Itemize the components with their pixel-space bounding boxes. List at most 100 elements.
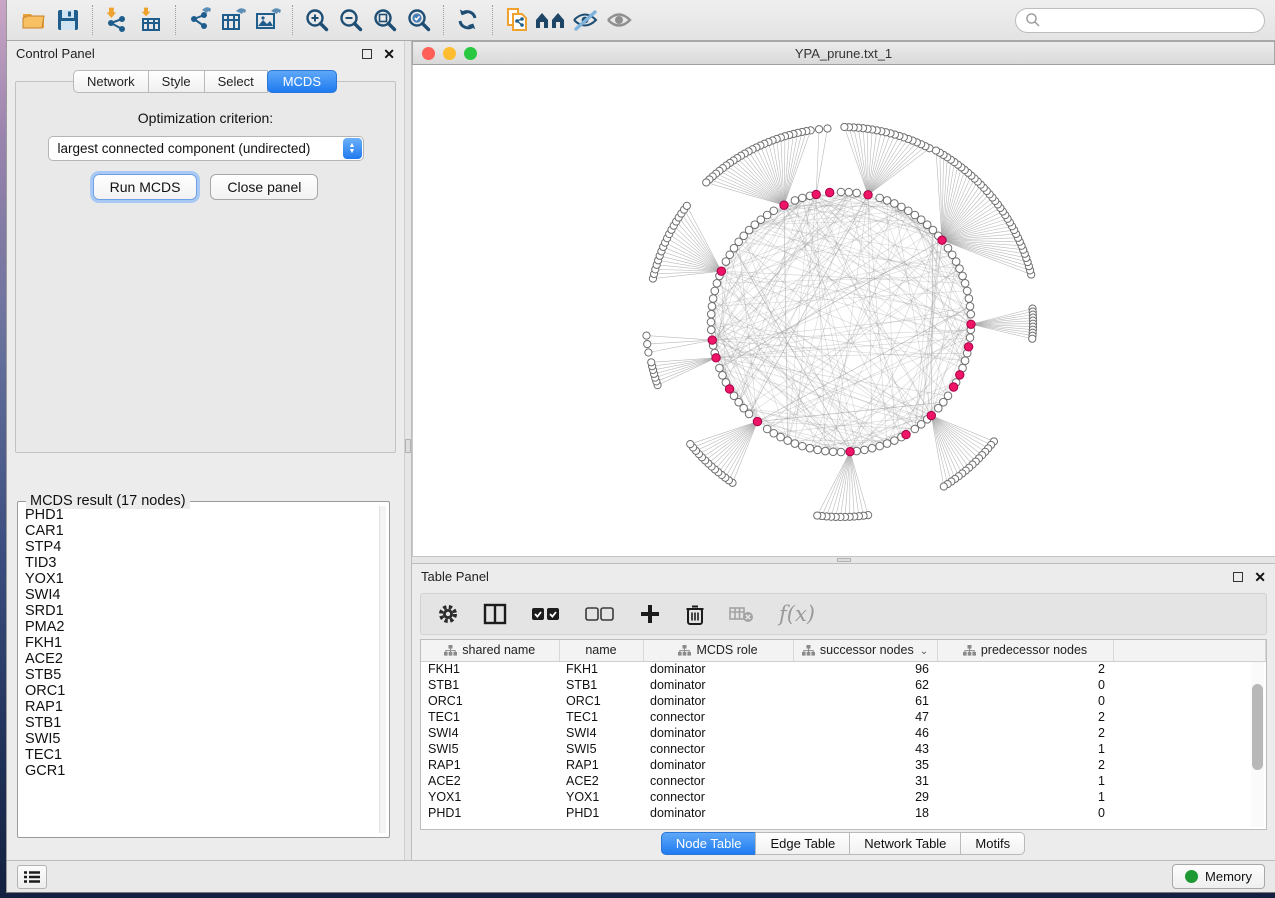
mcds-node-item[interactable]: FKH1	[25, 635, 377, 651]
select-all-rows-icon[interactable]	[531, 606, 561, 622]
mcds-node-item[interactable]: ACE2	[25, 651, 377, 667]
zoom-in-icon[interactable]	[300, 4, 334, 36]
column-layout-icon[interactable]	[483, 603, 507, 625]
toolbar-separator	[492, 5, 493, 35]
hide-selected-icon[interactable]	[568, 4, 602, 36]
zoom-out-icon[interactable]	[334, 4, 368, 36]
mcds-node-item[interactable]: TEC1	[25, 747, 377, 763]
splitter-grip[interactable]	[837, 558, 851, 562]
first-neighbors-icon[interactable]	[534, 4, 568, 36]
mcds-result-list[interactable]: PHD1CAR1STP4TID3YOX1SWI4SRD1PMA2FKH1ACE2…	[25, 507, 377, 832]
column-header-successor-nodes[interactable]: successor nodes⌄	[793, 640, 937, 661]
mcds-node-item[interactable]: TID3	[25, 555, 377, 571]
table-row[interactable]: YOX1YOX1connector291	[421, 789, 1266, 805]
table-row[interactable]: STB1STB1dominator620	[421, 677, 1266, 693]
tab-node-table[interactable]: Node Table	[661, 832, 757, 855]
table-row[interactable]: FKH1FKH1dominator962	[421, 661, 1266, 677]
memory-button[interactable]: Memory	[1172, 864, 1265, 889]
tab-mcds[interactable]: MCDS	[267, 70, 337, 93]
mcds-node-item[interactable]: ORC1	[25, 683, 377, 699]
mcds-node-item[interactable]: STB5	[25, 667, 377, 683]
deselect-all-rows-icon[interactable]	[585, 606, 615, 622]
mcds-node-item[interactable]: SRD1	[25, 603, 377, 619]
status-bar: Memory	[7, 860, 1275, 892]
table-row[interactable]: ACE2ACE2connector311	[421, 773, 1266, 789]
delete-table-icon[interactable]	[729, 605, 755, 623]
mcds-node-item[interactable]: SWI4	[25, 587, 377, 603]
network-canvas[interactable]	[412, 65, 1275, 556]
refresh-icon[interactable]	[451, 4, 485, 36]
table-row[interactable]: TEC1TEC1connector472	[421, 709, 1266, 725]
splitter-grip[interactable]	[405, 439, 411, 453]
column-header-predecessor-nodes[interactable]: predecessor nodes	[937, 640, 1113, 661]
table-row[interactable]: SWI5SWI5connector431	[421, 741, 1266, 757]
tab-network-table[interactable]: Network Table	[849, 832, 961, 855]
search-icon	[1025, 12, 1041, 28]
mcds-node-item[interactable]: GCR1	[25, 763, 377, 779]
optimization-criterion-label: Optimization criterion:	[16, 110, 395, 126]
export-network-icon[interactable]	[183, 4, 217, 36]
column-header-name[interactable]: name	[559, 640, 643, 661]
mcds-node-item[interactable]: YOX1	[25, 571, 377, 587]
network-window-titlebar[interactable]: YPA_prune.txt_1	[412, 41, 1275, 65]
save-session-icon[interactable]	[51, 4, 85, 36]
table-tabs: Node TableEdge TableNetwork TableMotifs	[412, 830, 1275, 860]
show-all-icon[interactable]	[602, 4, 636, 36]
mcds-node-item[interactable]: SWI5	[25, 731, 377, 747]
close-panel-button[interactable]: Close panel	[210, 174, 318, 200]
export-table-icon[interactable]	[217, 4, 251, 36]
close-panel-icon[interactable]: ✕	[1254, 572, 1266, 582]
table-scrollbar[interactable]	[1251, 662, 1264, 827]
tab-edge-table[interactable]: Edge Table	[755, 832, 850, 855]
zoom-selected-icon[interactable]	[402, 4, 436, 36]
open-file-icon[interactable]	[17, 4, 51, 36]
table-scrollbar-thumb[interactable]	[1252, 684, 1263, 770]
close-panel-icon[interactable]: ✕	[383, 49, 395, 59]
table-row[interactable]: PHD1PHD1dominator180	[421, 805, 1266, 821]
network-window-title: YPA_prune.txt_1	[413, 46, 1274, 61]
float-panel-icon[interactable]	[1233, 572, 1243, 582]
table-toolbar: f(x)	[420, 593, 1267, 635]
add-column-icon[interactable]	[639, 603, 661, 625]
mcds-node-item[interactable]: PHD1	[25, 507, 377, 523]
export-image-icon[interactable]	[251, 4, 285, 36]
task-list-icon	[23, 870, 41, 884]
table-row[interactable]: ORC1ORC1dominator610	[421, 693, 1266, 709]
dropdown-stepper-icon: ▲▼	[343, 138, 362, 159]
tab-style[interactable]: Style	[148, 70, 205, 93]
tab-network[interactable]: Network	[73, 70, 149, 93]
table-settings-icon[interactable]	[437, 603, 459, 625]
table-row[interactable]: RAP1RAP1dominator352	[421, 757, 1266, 773]
mcds-node-item[interactable]: STB1	[25, 715, 377, 731]
vertical-splitter[interactable]	[404, 41, 412, 860]
mcds-node-item[interactable]: RAP1	[25, 699, 377, 715]
import-network-icon[interactable]	[100, 4, 134, 36]
search-field[interactable]	[1015, 8, 1265, 33]
criterion-dropdown[interactable]: largest connected component (undirected)…	[48, 136, 364, 161]
zoom-fit-icon[interactable]	[368, 4, 402, 36]
mcds-node-item[interactable]: STP4	[25, 539, 377, 555]
function-builder-icon[interactable]: f(x)	[779, 602, 815, 626]
delete-column-icon[interactable]	[685, 603, 705, 626]
control-panel-title: Control Panel	[16, 46, 95, 61]
search-input[interactable]	[1041, 13, 1255, 27]
tab-select[interactable]: Select	[204, 70, 268, 93]
run-mcds-button[interactable]: Run MCDS	[93, 174, 198, 200]
import-table-icon[interactable]	[134, 4, 168, 36]
toolbar-separator	[443, 5, 444, 35]
column-header-MCDS-role[interactable]: MCDS role	[643, 640, 793, 661]
network-graph[interactable]	[413, 65, 1275, 556]
table-row[interactable]: SWI4SWI4dominator462	[421, 725, 1266, 741]
application-window: Control Panel ✕ NetworkStyleSelectMCDS O…	[6, 0, 1275, 893]
clone-network-icon[interactable]	[500, 4, 534, 36]
toolbar-separator	[292, 5, 293, 35]
column-header-shared-name[interactable]: shared name	[421, 640, 559, 661]
mcds-node-item[interactable]: CAR1	[25, 523, 377, 539]
mcds-node-item[interactable]: PMA2	[25, 619, 377, 635]
tab-motifs[interactable]: Motifs	[960, 832, 1025, 855]
task-history-button[interactable]	[17, 865, 47, 889]
result-scrollbar[interactable]	[379, 506, 386, 833]
horizontal-splitter[interactable]	[412, 556, 1275, 564]
mcds-result-box: MCDS result (17 nodes) PHD1CAR1STP4TID3Y…	[17, 501, 390, 838]
float-panel-icon[interactable]	[362, 49, 372, 59]
